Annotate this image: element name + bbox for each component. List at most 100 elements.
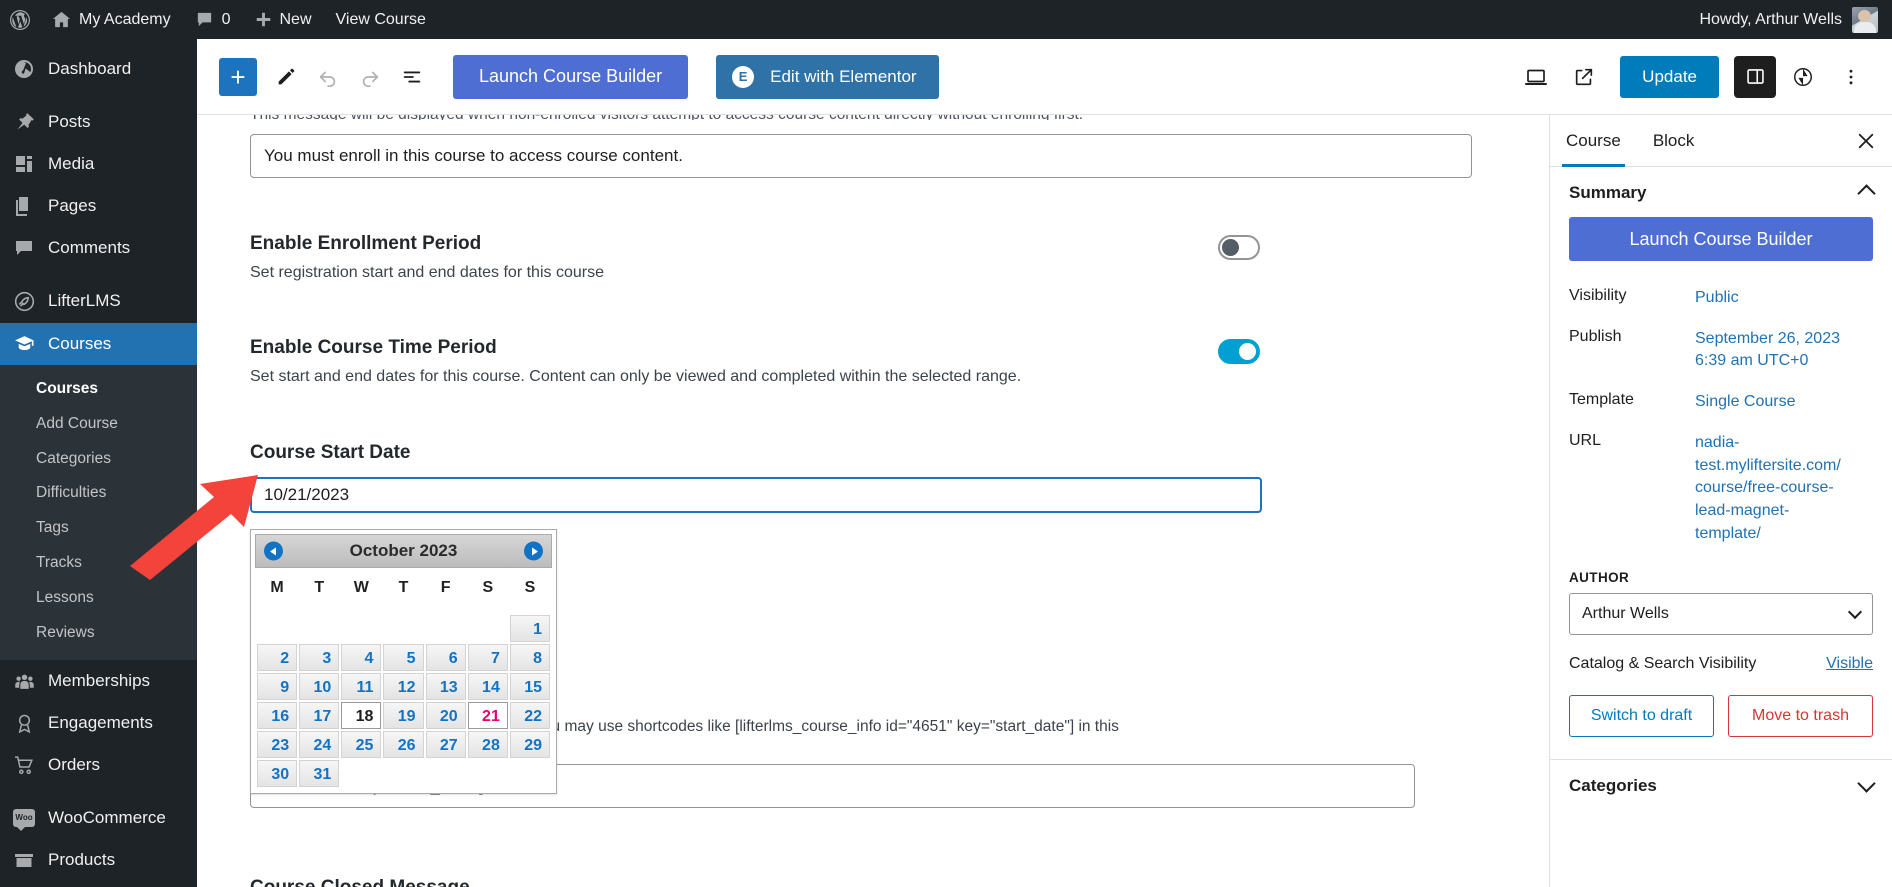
- calendar-day-cell[interactable]: 5: [383, 644, 424, 671]
- calendar-day-cell[interactable]: 26: [383, 731, 424, 758]
- sidebar-item-pages[interactable]: Pages: [0, 185, 197, 227]
- calendar-day-28[interactable]: 28: [467, 731, 508, 758]
- calendar-day-4[interactable]: 4: [341, 644, 382, 671]
- calendar-day-cell[interactable]: 20: [425, 702, 466, 729]
- close-icon[interactable]: [1848, 123, 1884, 159]
- calendar-day-cell[interactable]: 13: [425, 673, 466, 700]
- submenu-item-lessons[interactable]: Lessons: [0, 581, 197, 616]
- calendar-day-7[interactable]: 7: [467, 644, 508, 671]
- submenu-item-difficulties[interactable]: Difficulties: [0, 476, 197, 511]
- calendar-day-cell[interactable]: 25: [341, 731, 382, 758]
- sidebar-item-products[interactable]: Products: [0, 839, 197, 881]
- summary-panel-header[interactable]: Summary: [1550, 167, 1892, 217]
- submenu-item-categories[interactable]: Categories: [0, 442, 197, 477]
- calendar-day-11[interactable]: 11: [341, 673, 382, 700]
- calendar-day-15[interactable]: 15: [509, 673, 550, 700]
- next-month-button[interactable]: [524, 541, 543, 561]
- jetpack-icon[interactable]: [1782, 56, 1824, 98]
- submenu-item-tracks[interactable]: Tracks: [0, 546, 197, 581]
- calendar-day-5[interactable]: 5: [383, 644, 424, 671]
- enrollment-period-toggle[interactable]: [1218, 235, 1260, 260]
- calendar-day-9[interactable]: 9: [257, 673, 298, 700]
- calendar-day-20[interactable]: 20: [425, 702, 466, 729]
- calendar-day-29[interactable]: 29: [509, 731, 550, 758]
- calendar-day-23[interactable]: 23: [257, 731, 298, 758]
- undo-icon[interactable]: [307, 56, 349, 98]
- calendar-day-3[interactable]: 3: [299, 644, 340, 671]
- more-options-icon[interactable]: [1830, 56, 1872, 98]
- settings-sidebar-icon[interactable]: [1734, 55, 1776, 98]
- submenu-item-courses[interactable]: Courses: [0, 372, 197, 407]
- submenu-item-tags[interactable]: Tags: [0, 511, 197, 546]
- howdy-label[interactable]: Howdy, Arthur Wells: [1699, 11, 1842, 29]
- calendar-day-13[interactable]: 13: [425, 673, 466, 700]
- calendar-day-cell[interactable]: 28: [467, 731, 508, 758]
- sidebar-item-orders[interactable]: Orders: [0, 744, 197, 786]
- tab-course[interactable]: Course: [1550, 115, 1637, 167]
- sidebar-item-dashboard[interactable]: Dashboard: [0, 48, 197, 90]
- calendar-day-cell[interactable]: 23: [257, 731, 298, 758]
- sidebar-item-lifterlms[interactable]: LifterLMS: [0, 280, 197, 322]
- calendar-day-cell[interactable]: 1: [509, 615, 550, 642]
- url-value[interactable]: nadia-test.myliftersite.com/course/free-…: [1695, 432, 1845, 546]
- calendar-day-14[interactable]: 14: [467, 673, 508, 700]
- redo-icon[interactable]: [349, 56, 391, 98]
- sidebar-item-comments[interactable]: Comments: [0, 227, 197, 269]
- launch-course-builder-button[interactable]: Launch Course Builder: [453, 54, 689, 99]
- tab-block[interactable]: Block: [1637, 115, 1711, 167]
- desktop-preview-icon[interactable]: [1515, 56, 1557, 98]
- comments-bubble[interactable]: 0: [183, 0, 243, 39]
- calendar-day-cell[interactable]: 6: [425, 644, 466, 671]
- wordpress-logo-menu[interactable]: [0, 0, 40, 39]
- calendar-day-22[interactable]: 22: [509, 702, 550, 729]
- calendar-day-cell[interactable]: 11: [341, 673, 382, 700]
- author-select[interactable]: Arthur Wells: [1569, 593, 1873, 636]
- calendar-day-21[interactable]: 21: [467, 702, 508, 729]
- prev-month-button[interactable]: [264, 541, 283, 561]
- calendar-day-12[interactable]: 12: [383, 673, 424, 700]
- calendar-day-cell[interactable]: 9: [257, 673, 298, 700]
- switch-to-draft-button[interactable]: Switch to draft: [1569, 695, 1714, 738]
- calendar-day-27[interactable]: 27: [425, 731, 466, 758]
- calendar-day-18[interactable]: 18: [341, 702, 382, 729]
- add-block-button[interactable]: +: [219, 57, 257, 96]
- calendar-day-17[interactable]: 17: [299, 702, 340, 729]
- edit-with-elementor-button[interactable]: E Edit with Elementor: [716, 54, 939, 99]
- sidebar-item-engagements[interactable]: Engagements: [0, 702, 197, 744]
- calendar-day-8[interactable]: 8: [509, 644, 550, 671]
- template-value[interactable]: Single Course: [1695, 391, 1796, 414]
- calendar-day-16[interactable]: 16: [257, 702, 298, 729]
- sidebar-item-posts[interactable]: Posts: [0, 101, 197, 143]
- calendar-day-cell[interactable]: 27: [425, 731, 466, 758]
- visibility-value[interactable]: Public: [1695, 287, 1739, 310]
- site-name-menu[interactable]: My Academy: [40, 0, 183, 39]
- calendar-day-cell[interactable]: 3: [299, 644, 340, 671]
- calendar-day-cell[interactable]: 4: [341, 644, 382, 671]
- calendar-day-cell[interactable]: 30: [257, 760, 298, 787]
- external-link-icon[interactable]: [1563, 56, 1605, 98]
- calendar-day-2[interactable]: 2: [257, 644, 298, 671]
- move-to-trash-button[interactable]: Move to trash: [1728, 695, 1873, 738]
- calendar-day-6[interactable]: 6: [425, 644, 466, 671]
- calendar-day-cell[interactable]: 10: [299, 673, 340, 700]
- calendar-day-cell[interactable]: 22: [509, 702, 550, 729]
- calendar-day-cell[interactable]: 31: [299, 760, 340, 787]
- categories-panel-header[interactable]: Categories: [1550, 760, 1892, 810]
- sidebar-item-media[interactable]: Media: [0, 143, 197, 185]
- calendar-day-25[interactable]: 25: [341, 731, 382, 758]
- launch-course-builder-sidebar-button[interactable]: Launch Course Builder: [1569, 217, 1873, 261]
- sidebar-item-courses[interactable]: Courses: [0, 322, 197, 365]
- calendar-day-19[interactable]: 19: [383, 702, 424, 729]
- sidebar-item-memberships[interactable]: Memberships: [0, 660, 197, 702]
- new-content-menu[interactable]: New: [243, 0, 324, 39]
- publish-value[interactable]: September 26, 2023 6:39 am UTC+0: [1695, 328, 1845, 373]
- catalog-visibility-value[interactable]: Visible: [1826, 655, 1873, 673]
- calendar-day-cell[interactable]: 21: [467, 702, 508, 729]
- calendar-day-cell[interactable]: 19: [383, 702, 424, 729]
- view-course-link[interactable]: View Course: [324, 0, 438, 39]
- calendar-day-31[interactable]: 31: [299, 760, 340, 787]
- course-time-period-toggle[interactable]: [1218, 339, 1260, 364]
- avatar[interactable]: [1852, 6, 1878, 33]
- calendar-day-10[interactable]: 10: [299, 673, 340, 700]
- calendar-day-cell[interactable]: 18: [341, 702, 382, 729]
